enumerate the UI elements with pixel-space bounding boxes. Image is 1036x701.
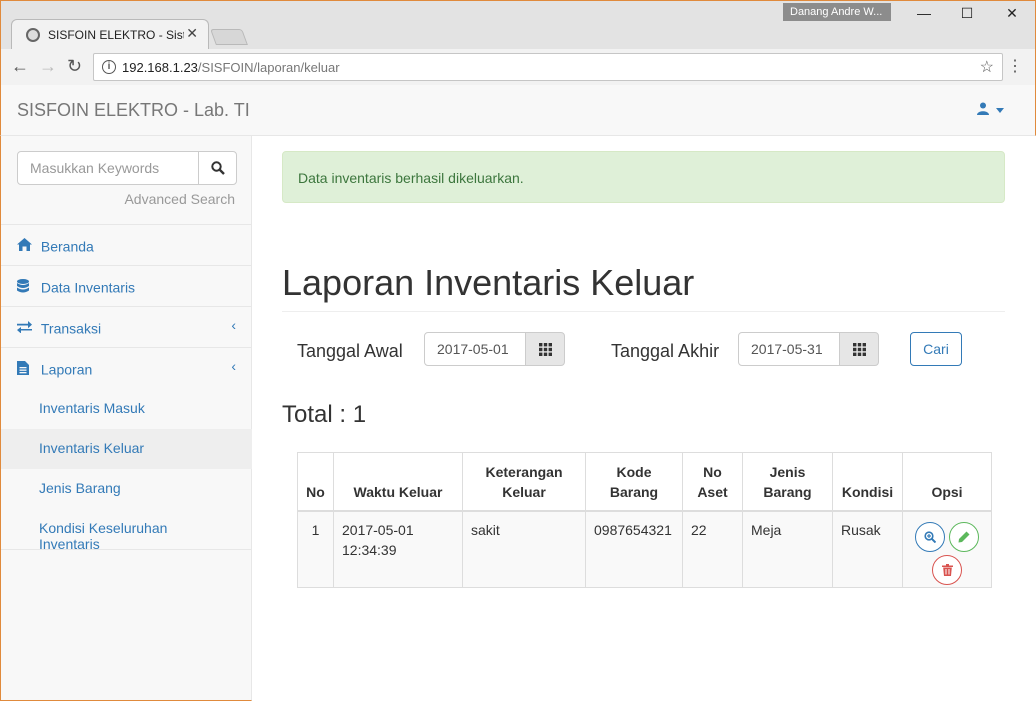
app-navbar: SISFOIN ELEKTRO - Lab. TI: [0, 85, 1036, 136]
sidebar-menu: Beranda Data Inventaris Transaksi ‹ Lapo…: [1, 224, 252, 552]
sidebar-item-label: Data Inventaris: [40, 279, 136, 296]
tanggal-akhir-label: Tanggal Akhir: [611, 341, 720, 361]
edit-button[interactable]: [949, 521, 979, 552]
tanggal-awal-label: Tanggal Awal: [297, 341, 403, 361]
sidebar-search: [17, 151, 237, 185]
close-window-icon[interactable]: ✕: [997, 5, 1027, 22]
reload-icon[interactable]: ↻: [67, 56, 82, 77]
search-icon: [211, 161, 225, 175]
brand-title[interactable]: SISFOIN ELEKTRO - Lab. TI: [17, 100, 250, 121]
forward-icon[interactable]: →: [39, 56, 57, 77]
favicon-icon: [26, 28, 40, 42]
advanced-search-link[interactable]: Advanced Search: [124, 191, 235, 207]
calendar-grid-icon: [853, 343, 866, 356]
sidebar-item-laporan[interactable]: Laporan ‹: [1, 348, 252, 389]
sidebar-item-label: Laporan: [40, 361, 93, 378]
url-text: 192.168.1.23/SISFOIN/laporan/keluar: [122, 60, 340, 75]
browser-menu-icon[interactable]: ⋮: [1007, 56, 1023, 76]
file-icon: [17, 360, 37, 378]
address-bar[interactable]: i 192.168.1.23/SISFOIN/laporan/keluar ☆: [93, 53, 1003, 81]
sidebar-item-beranda[interactable]: Beranda: [1, 225, 252, 266]
browser-window: SISFOIN ELEKTRO - Sistem ✕ Danang Andre …: [0, 0, 1036, 86]
tanggal-akhir-picker: [738, 332, 879, 366]
view-button[interactable]: [915, 521, 945, 552]
success-alert: Data inventaris berhasil dikeluarkan.: [282, 151, 1005, 203]
bookmark-star-icon[interactable]: ☆: [980, 57, 994, 77]
column-header[interactable]: Kondisi: [832, 452, 903, 512]
back-icon[interactable]: ←: [11, 56, 29, 77]
sidebar-item-data-inventaris[interactable]: Data Inventaris: [1, 266, 252, 307]
sidebar-subitem-inventaris-keluar[interactable]: Inventaris Keluar: [1, 429, 252, 469]
tanggal-awal-calendar-button[interactable]: [525, 332, 565, 366]
cari-button[interactable]: Cari: [910, 332, 962, 366]
table-row: 1 2017-05-01 12:34:39 sakit 0987654321 2…: [297, 510, 992, 588]
sidebar: Advanced Search Beranda Data Inventaris …: [0, 136, 252, 701]
new-tab-button[interactable]: [210, 29, 248, 45]
caret-down-icon: [996, 108, 1004, 113]
cell-opsi: [902, 510, 992, 588]
laporan-submenu: Inventaris Masuk Inventaris Keluar Jenis…: [1, 389, 252, 552]
laporan-table: No Waktu Keluar Keterangan Keluar Kode B…: [297, 452, 992, 588]
tanggal-akhir-input[interactable]: [738, 332, 840, 366]
page-title: Laporan Inventaris Keluar: [282, 262, 695, 303]
user-icon: [977, 102, 990, 115]
total-count: Total : 1: [282, 401, 367, 428]
pencil-icon: [958, 531, 970, 542]
cell-kondisi: Rusak: [832, 510, 903, 588]
column-header[interactable]: Keterangan Keluar: [462, 452, 586, 512]
tanggal-awal-input[interactable]: [424, 332, 526, 366]
sidebar-subitem-jenis-barang[interactable]: Jenis Barang: [1, 469, 252, 509]
zoom-in-icon: [924, 530, 936, 543]
tab-title: SISFOIN ELEKTRO - Sistem: [48, 28, 184, 42]
database-icon: [17, 278, 37, 296]
column-header: Opsi: [902, 452, 992, 512]
table-header-row: No Waktu Keluar Keterangan Keluar Kode B…: [297, 452, 992, 512]
delete-button[interactable]: [932, 554, 962, 585]
tab-strip: SISFOIN ELEKTRO - Sistem ✕ Danang Andre …: [1, 1, 1035, 49]
sidebar-item-label: Transaksi: [40, 320, 102, 337]
exchange-icon: [17, 320, 37, 336]
cell-jenis-barang: Meja: [742, 510, 833, 588]
sidebar-subitem-kondisi-keseluruhan[interactable]: Kondisi Keseluruhan Inventaris: [1, 509, 252, 552]
chevron-left-icon: ‹: [231, 358, 236, 374]
cell-no: 1: [297, 510, 334, 588]
sidebar-subitem-inventaris-masuk[interactable]: Inventaris Masuk: [1, 389, 252, 429]
home-icon: [17, 238, 37, 254]
info-icon[interactable]: i: [102, 60, 116, 74]
column-header[interactable]: Kode Barang: [585, 452, 683, 512]
sidebar-item-label: Beranda: [40, 238, 94, 255]
browser-toolbar: ← → ↻ i 192.168.1.23/SISFOIN/laporan/kel…: [1, 49, 1035, 86]
column-header[interactable]: No: [297, 452, 334, 512]
user-dropdown[interactable]: [977, 102, 1005, 118]
column-header[interactable]: Waktu Keluar: [333, 452, 463, 512]
browser-tab[interactable]: SISFOIN ELEKTRO - Sistem ✕: [11, 19, 209, 49]
trash-icon: [942, 563, 953, 576]
cell-keterangan: sakit: [462, 510, 586, 588]
search-input[interactable]: [17, 151, 199, 185]
cell-waktu-keluar: 2017-05-01 12:34:39: [333, 510, 463, 588]
column-header[interactable]: Jenis Barang: [742, 452, 833, 512]
column-header[interactable]: No Aset: [682, 452, 743, 512]
sidebar-item-transaksi[interactable]: Transaksi ‹: [1, 307, 252, 348]
opsi-buttons: [905, 520, 991, 585]
close-tab-icon[interactable]: ✕: [186, 25, 198, 42]
maximize-icon[interactable]: ☐: [952, 5, 982, 22]
cell-kode-barang: 0987654321: [585, 510, 683, 588]
url-host: 192.168.1.23: [122, 60, 198, 75]
minimize-icon[interactable]: —: [909, 5, 939, 21]
calendar-grid-icon: [539, 343, 552, 356]
url-path: /SISFOIN/laporan/keluar: [197, 60, 340, 75]
cell-no-aset: 22: [682, 510, 743, 588]
chevron-left-icon: ‹: [231, 317, 236, 333]
tanggal-awal-picker: [424, 332, 565, 366]
profile-badge[interactable]: Danang Andre W...: [783, 3, 891, 21]
search-button[interactable]: [198, 151, 237, 185]
tanggal-akhir-calendar-button[interactable]: [839, 332, 879, 366]
title-divider: [282, 311, 1005, 312]
